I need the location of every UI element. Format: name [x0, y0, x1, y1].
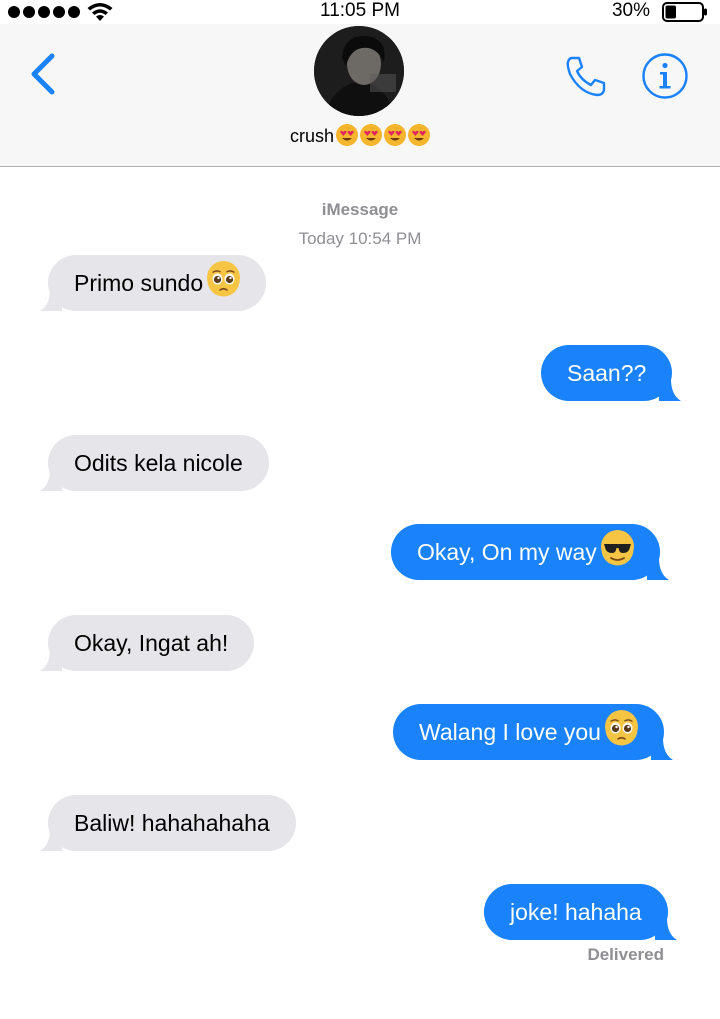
contact-name[interactable]: crush	[0, 124, 720, 148]
battery-percent: 30%	[611, 0, 650, 21]
conversation-header: crush	[0, 24, 720, 167]
outgoing-message-bubble[interactable]: Okay, On my way	[391, 524, 669, 580]
heart-eyes-emoji	[408, 124, 430, 146]
heart-eyes-emoji	[384, 124, 406, 146]
service-label: iMessage	[321, 200, 399, 219]
message-text: Saan??	[567, 360, 647, 386]
conversation-timestamp: Today 10:54 PM	[298, 229, 422, 248]
chevron-left-icon[interactable]	[26, 52, 60, 96]
incoming-message-bubble[interactable]: Primo sundo	[40, 255, 267, 311]
delivery-status: Delivered	[587, 945, 664, 964]
message-text: Odits kela nicole	[74, 450, 243, 476]
message-text: Baliw! hahahahaha	[74, 810, 270, 836]
status-bar: 11:05 PM 30%	[0, 0, 720, 24]
message-text: Okay, Ingat ah!	[74, 630, 229, 656]
message-text: Walang I love you	[419, 719, 601, 745]
message-text: Okay, On my way	[417, 539, 597, 565]
battery-icon	[662, 2, 707, 22]
outgoing-message-bubble[interactable]: Saan??	[541, 345, 682, 401]
heart-eyes-emoji	[360, 124, 382, 146]
info-icon[interactable]	[641, 52, 689, 100]
avatar[interactable]	[314, 26, 404, 116]
pleading-face-emoji	[207, 261, 241, 297]
heart-eyes-emoji	[336, 124, 358, 146]
incoming-message-bubble[interactable]: Baliw! hahahahaha	[40, 795, 296, 851]
sunglasses-face-emoji	[600, 530, 634, 566]
message-text: Primo sundo	[74, 270, 204, 296]
outgoing-message-bubble[interactable]: Walang I love you	[393, 704, 673, 760]
outgoing-message-bubble[interactable]: joke! hahaha	[484, 884, 677, 940]
incoming-message-bubble[interactable]: Okay, Ingat ah!	[40, 615, 255, 671]
contact-name-label: crush	[289, 126, 334, 146]
message-text: joke! hahaha	[510, 899, 642, 925]
pleading-face-emoji	[604, 710, 638, 746]
phone-icon[interactable]	[562, 52, 610, 100]
incoming-message-bubble[interactable]: Odits kela nicole	[40, 435, 269, 491]
